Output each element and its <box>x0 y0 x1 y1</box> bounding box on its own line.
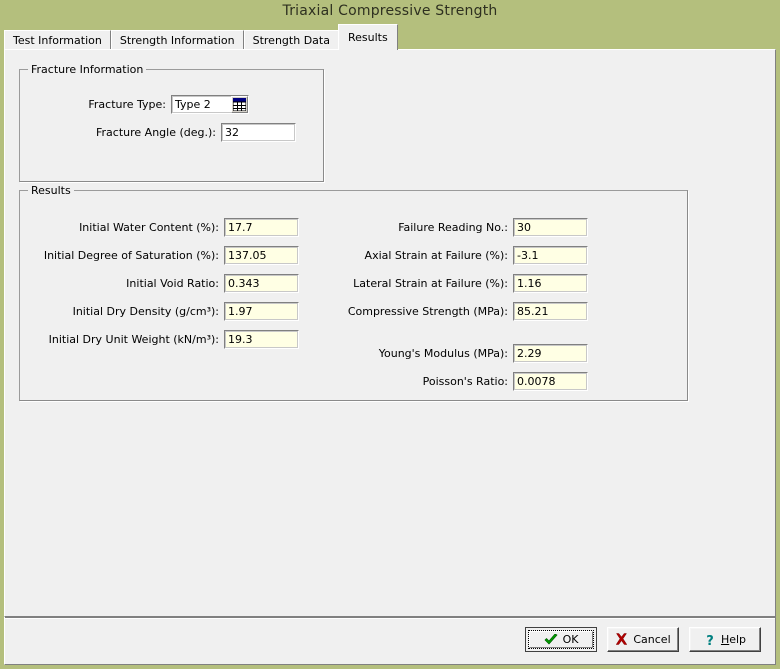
tab-strength-data[interactable]: Strength Data <box>244 30 339 50</box>
initial-degree-of-saturation-input[interactable]: 137.05 <box>224 246 299 265</box>
initial-void-ratio-label: Initial Void Ratio: <box>26 277 224 290</box>
youngs-modulus-label: Young's Modulus (MPa): <box>320 347 513 360</box>
failure-reading-no-label: Failure Reading No.: <box>320 221 513 234</box>
question-mark-icon-svg: ? <box>704 633 716 647</box>
grid-table-icon[interactable] <box>231 96 248 113</box>
initial-dry-unit-weight-input[interactable]: 19.3 <box>224 330 299 349</box>
initial-degree-of-saturation-label: Initial Degree of Saturation (%): <box>26 249 224 262</box>
fracture-type-row: Fracture Type: Type 2 <box>26 95 249 114</box>
lateral-strain-at-failure-row: Lateral Strain at Failure (%): 1.16 <box>320 274 588 293</box>
help-button[interactable]: ? Help <box>689 627 761 652</box>
results-caption: Results <box>28 184 74 197</box>
red-x-icon-svg <box>615 633 628 646</box>
ok-button-focus-ring <box>528 630 594 649</box>
youngs-modulus-row: Young's Modulus (MPa): 2.29 <box>320 344 588 363</box>
compressive-strength-label: Compressive Strength (MPa): <box>320 305 513 318</box>
ok-button-inner-face <box>529 631 593 648</box>
results-group: Results Initial Water Content (%): 17.7 … <box>19 190 688 401</box>
axial-strain-at-failure-input[interactable]: -3.1 <box>513 246 588 265</box>
ok-button-label: OK <box>563 633 579 646</box>
cancel-button[interactable]: Cancel <box>607 627 679 652</box>
fracture-information-group: Fracture Information Fracture Type: Type… <box>19 69 324 182</box>
green-check-icon-svg <box>544 634 558 646</box>
initial-dry-unit-weight-label: Initial Dry Unit Weight (kN/m³): <box>26 333 224 346</box>
poissons-ratio-label: Poisson's Ratio: <box>320 375 513 388</box>
initial-dry-density-row: Initial Dry Density (g/cm³): 1.97 <box>26 302 299 321</box>
green-check-icon <box>544 634 558 646</box>
help-button-label: Help <box>721 633 746 646</box>
fracture-information-caption: Fracture Information <box>28 63 146 76</box>
tab-strength-information[interactable]: Strength Information <box>111 30 244 50</box>
initial-dry-density-label: Initial Dry Density (g/cm³): <box>26 305 224 318</box>
poissons-ratio-row: Poisson's Ratio: 0.0078 <box>320 372 588 391</box>
grid-table-icon-svg <box>233 98 246 111</box>
lateral-strain-at-failure-label: Lateral Strain at Failure (%): <box>320 277 513 290</box>
axial-strain-at-failure-row: Axial Strain at Failure (%): -3.1 <box>320 246 588 265</box>
footer-divider <box>5 617 775 619</box>
fracture-type-combo[interactable]: Type 2 <box>171 95 249 114</box>
help-button-accel: H <box>721 633 729 646</box>
dialog-footer: OK Cancel ? Help <box>4 617 776 665</box>
tab-test-information[interactable]: Test Information <box>4 30 111 50</box>
fracture-angle-label: Fracture Angle (deg.): <box>26 126 221 139</box>
axial-strain-at-failure-label: Axial Strain at Failure (%): <box>320 249 513 262</box>
fracture-angle-row: Fracture Angle (deg.): 32 <box>26 123 296 142</box>
tab-strip: Test Information Strength Information St… <box>4 24 776 50</box>
window-titlebar: Triaxial Compressive Strength <box>0 0 780 22</box>
dialog-button-row: OK Cancel ? Help <box>525 627 761 652</box>
tab-strip-filler <box>398 30 776 50</box>
initial-water-content-input[interactable]: 17.7 <box>224 218 299 237</box>
window-title: Triaxial Compressive Strength <box>283 3 498 19</box>
svg-text:?: ? <box>706 634 714 647</box>
fracture-angle-input[interactable]: 32 <box>221 123 296 142</box>
poissons-ratio-input[interactable]: 0.0078 <box>513 372 588 391</box>
initial-water-content-row: Initial Water Content (%): 17.7 <box>26 218 299 237</box>
cancel-button-label: Cancel <box>633 633 670 646</box>
tab-results[interactable]: Results <box>338 24 398 50</box>
initial-void-ratio-input[interactable]: 0.343 <box>224 274 299 293</box>
help-button-rest: elp <box>729 633 746 646</box>
compressive-strength-input[interactable]: 85.21 <box>513 302 588 321</box>
results-tab-panel: Fracture Information Fracture Type: Type… <box>4 49 776 617</box>
lateral-strain-at-failure-input[interactable]: 1.16 <box>513 274 588 293</box>
red-x-icon <box>615 633 628 646</box>
ok-button[interactable]: OK <box>525 627 597 652</box>
compressive-strength-row: Compressive Strength (MPa): 85.21 <box>320 302 588 321</box>
youngs-modulus-input[interactable]: 2.29 <box>513 344 588 363</box>
initial-degree-of-saturation-row: Initial Degree of Saturation (%): 137.05 <box>26 246 299 265</box>
question-mark-icon: ? <box>704 633 716 647</box>
fracture-type-label: Fracture Type: <box>26 98 171 111</box>
initial-water-content-label: Initial Water Content (%): <box>26 221 224 234</box>
initial-dry-density-input[interactable]: 1.97 <box>224 302 299 321</box>
failure-reading-no-row: Failure Reading No.: 30 <box>320 218 588 237</box>
failure-reading-no-input[interactable]: 30 <box>513 218 588 237</box>
initial-void-ratio-row: Initial Void Ratio: 0.343 <box>26 274 299 293</box>
initial-dry-unit-weight-row: Initial Dry Unit Weight (kN/m³): 19.3 <box>26 330 299 349</box>
